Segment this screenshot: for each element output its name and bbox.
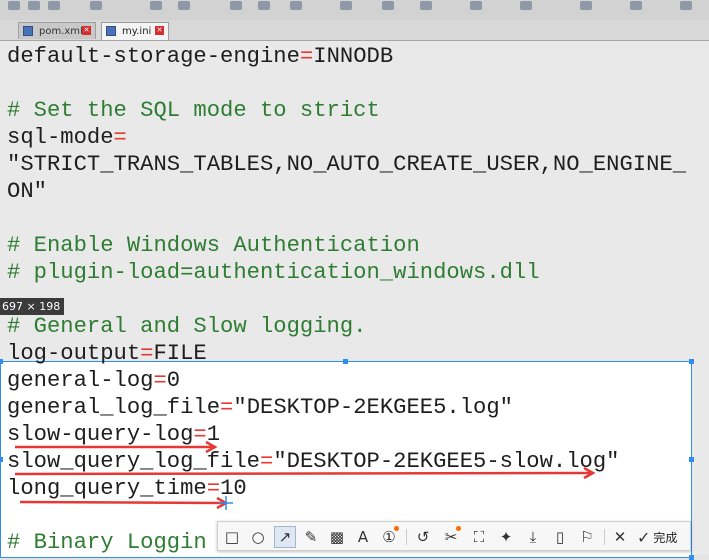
dot-icon [456,526,461,531]
pin-icon[interactable]: ✦ [495,526,517,548]
rectangle-icon[interactable]: □ [221,526,243,548]
mosaic-icon[interactable]: ▩ [326,526,348,548]
done-button[interactable]: ✓ 完成 [637,526,677,548]
done-label: 完成 [653,530,678,545]
scissors-icon[interactable]: ✂ [440,526,462,548]
text-icon[interactable]: A [352,526,374,548]
numbered-marker-icon[interactable]: ① [378,526,400,548]
selection-size-label: 697 × 198 [0,298,65,315]
annotation-arrow [14,471,591,476]
toolbar-divider [604,529,605,545]
screenshot-toolbar: □ ○ ↗ ✎ ▩ A ① ↺ ✂ ⛶ ✦ ⤓ ▯ ⚐ ✕ ✓ 完成 [217,521,691,551]
annotation-arrow [19,500,224,505]
crop-icon[interactable]: ⛶ [468,526,490,548]
phone-icon[interactable]: ▯ [549,526,571,548]
check-icon: ✓ [637,527,651,547]
crosshair-cursor-icon [219,496,233,510]
toolbar-divider [406,529,407,545]
undo-icon[interactable]: ↺ [412,526,434,548]
arrow-icon[interactable]: ↗ [274,526,296,548]
ellipse-icon[interactable]: ○ [247,526,269,548]
resize-handle[interactable] [689,555,694,560]
dot-icon [394,526,399,531]
close-icon[interactable]: ✕ [609,526,631,548]
annotation-layer [14,440,596,510]
download-icon[interactable]: ⤓ [522,526,544,548]
bookmark-icon[interactable]: ⚐ [576,526,598,548]
pen-icon[interactable]: ✎ [300,526,322,548]
